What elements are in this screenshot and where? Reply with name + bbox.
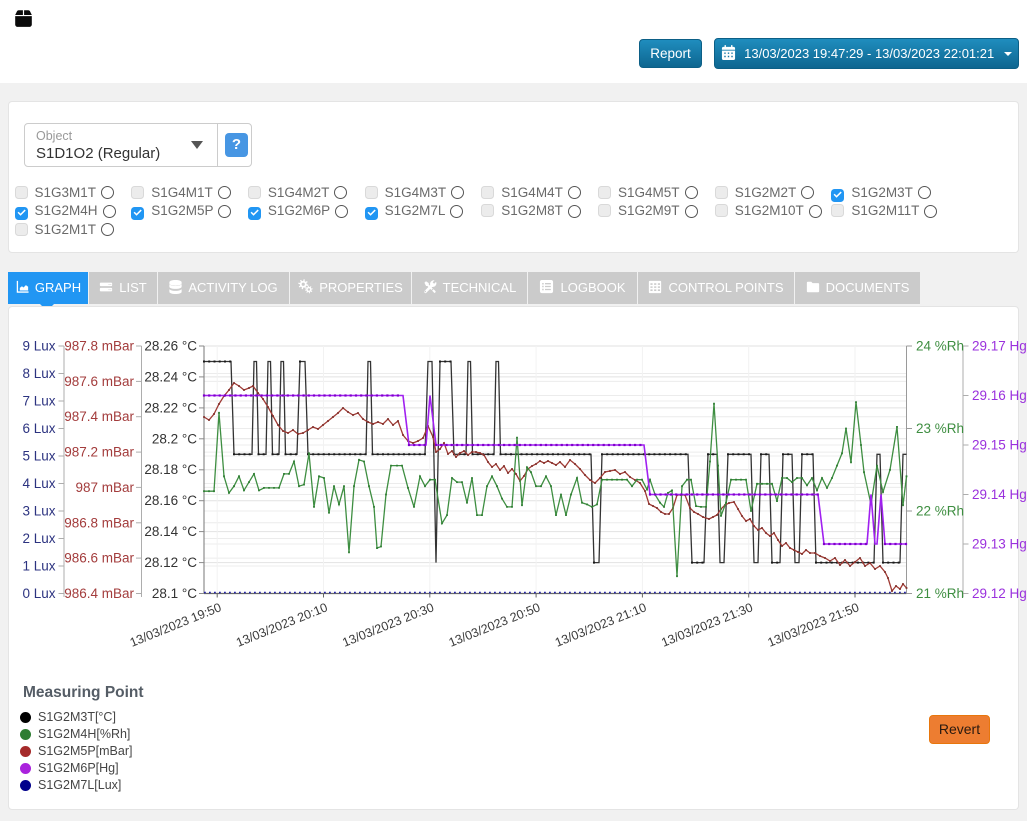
svg-text:13/03/2023 21:50: 13/03/2023 21:50 — [766, 600, 862, 649]
svg-text:8 Lux: 8 Lux — [22, 366, 55, 381]
svg-text:1 Lux: 1 Lux — [22, 559, 55, 574]
svg-text:987.4 mBar: 987.4 mBar — [64, 409, 134, 424]
svg-text:29.12 Hg: 29.12 Hg — [972, 586, 1027, 601]
svg-text:22 %Rh: 22 %Rh — [916, 504, 964, 519]
svg-text:987 mBar: 987 mBar — [75, 480, 134, 495]
svg-text:29.14 Hg: 29.14 Hg — [972, 487, 1027, 502]
svg-text:29.17 Hg: 29.17 Hg — [972, 339, 1027, 354]
svg-text:29.15 Hg: 29.15 Hg — [972, 438, 1027, 453]
svg-text:28.18 °C: 28.18 °C — [144, 462, 197, 477]
svg-text:23 %Rh: 23 %Rh — [916, 421, 964, 436]
svg-text:986.8 mBar: 986.8 mBar — [64, 515, 134, 530]
svg-text:5 Lux: 5 Lux — [22, 449, 55, 464]
svg-text:13/03/2023 20:10: 13/03/2023 20:10 — [234, 600, 330, 649]
svg-text:13/03/2023 21:30: 13/03/2023 21:30 — [659, 600, 755, 649]
svg-text:28.12 °C: 28.12 °C — [144, 555, 197, 570]
svg-text:28.26 °C: 28.26 °C — [144, 339, 197, 354]
svg-text:987.8 mBar: 987.8 mBar — [64, 339, 134, 354]
svg-text:987.2 mBar: 987.2 mBar — [64, 445, 134, 460]
svg-text:9 Lux: 9 Lux — [22, 339, 55, 354]
svg-text:28.14 °C: 28.14 °C — [144, 524, 197, 539]
svg-text:29.16 Hg: 29.16 Hg — [972, 388, 1027, 403]
svg-text:13/03/2023 20:50: 13/03/2023 20:50 — [447, 600, 543, 649]
svg-text:29.13 Hg: 29.13 Hg — [972, 537, 1027, 552]
svg-text:7 Lux: 7 Lux — [22, 394, 55, 409]
svg-text:4 Lux: 4 Lux — [22, 476, 55, 491]
svg-text:13/03/2023 21:10: 13/03/2023 21:10 — [553, 600, 649, 649]
svg-text:986.4 mBar: 986.4 mBar — [64, 586, 134, 601]
svg-text:0 Lux: 0 Lux — [22, 586, 55, 601]
svg-text:986.6 mBar: 986.6 mBar — [64, 551, 134, 566]
svg-text:21 %Rh: 21 %Rh — [916, 586, 964, 601]
svg-text:28.16 °C: 28.16 °C — [144, 493, 197, 508]
svg-text:13/03/2023 20:30: 13/03/2023 20:30 — [340, 600, 436, 649]
svg-text:2 Lux: 2 Lux — [22, 531, 55, 546]
svg-text:24 %Rh: 24 %Rh — [916, 339, 964, 354]
svg-text:28.24 °C: 28.24 °C — [144, 369, 197, 384]
svg-text:28.1 °C: 28.1 °C — [152, 586, 197, 601]
svg-text:28.22 °C: 28.22 °C — [144, 400, 197, 415]
svg-text:3 Lux: 3 Lux — [22, 504, 55, 519]
svg-text:987.6 mBar: 987.6 mBar — [64, 374, 134, 389]
svg-text:6 Lux: 6 Lux — [22, 421, 55, 436]
svg-text:13/03/2023 19:50: 13/03/2023 19:50 — [128, 600, 224, 649]
svg-text:28.2 °C: 28.2 °C — [152, 431, 197, 446]
